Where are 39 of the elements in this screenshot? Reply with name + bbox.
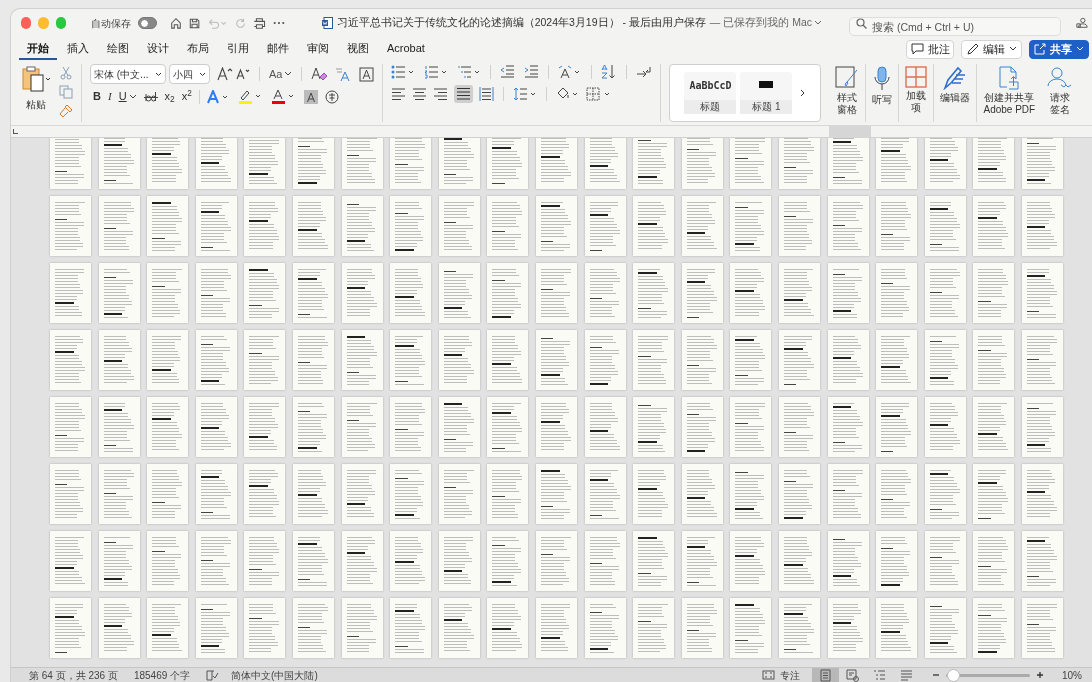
pdf-button[interactable]: 创建并共享 Adobe PDF — [977, 64, 1042, 122]
styles-pane-button[interactable]: 样式窗格 — [829, 64, 867, 122]
edit-button[interactable]: 编辑 — [961, 39, 1022, 59]
autosave-label: 自动保存 — [90, 16, 131, 31]
format-button[interactable]: x$^{2}$ — [181, 91, 192, 102]
ribbon-tab[interactable]: 引用 — [219, 38, 257, 60]
format-button[interactable]: I — [107, 91, 112, 102]
language-status[interactable]: 简体中文(中国大陆) — [231, 667, 318, 682]
style-preset[interactable]: AaBbCcD 标题 — [684, 72, 737, 114]
mic-button[interactable]: 听写 — [866, 64, 900, 122]
ribbon-tab[interactable]: 邮件 — [259, 38, 297, 60]
change-case-button[interactable]: Aa — [269, 65, 293, 83]
page-count[interactable]: 第 64 页，共 236 页 — [29, 667, 118, 682]
sign-button[interactable]: 请求签名 — [1041, 64, 1080, 122]
zoom-level[interactable]: 10% — [1062, 667, 1082, 682]
editor-button[interactable]: 编辑器 — [934, 64, 978, 122]
paste-button[interactable]: 粘贴 — [21, 64, 51, 112]
font-size-dropdown[interactable]: 小四 — [169, 64, 210, 84]
word-count[interactable]: 185469 个字 — [133, 667, 191, 682]
format-button[interactable]: x$_{2}$ — [164, 91, 175, 102]
ribbon-tab[interactable]: 布局 — [179, 38, 217, 60]
ribbon-tab[interactable]: 视图 — [339, 38, 377, 60]
ribbon-tab[interactable]: 插入 — [59, 38, 97, 60]
ribbon-tab[interactable]: 设计 — [139, 38, 177, 60]
share-button[interactable]: 共享 — [1029, 39, 1089, 59]
save-status[interactable]: — 已保存到我的 Mac — [709, 15, 823, 31]
window-title: 习近平总书记关于传统文化的论述摘编（2024年3月19日） - 最后由用户保存 — [336, 15, 706, 31]
comment-button[interactable]: 批注 — [906, 39, 954, 59]
style-preset[interactable]: 标题 1 — [740, 72, 793, 114]
addins-button[interactable]: 加载项 — [899, 64, 935, 122]
search-field[interactable]: 搜索 (Cmd + Ctrl + U) — [849, 17, 1062, 36]
ribbon-tab[interactable]: 开始 — [19, 38, 57, 60]
ribbon-tab[interactable]: Acrobat — [379, 38, 433, 60]
format-button[interactable]: B — [93, 91, 101, 102]
ribbon-tab[interactable]: 绘图 — [99, 38, 137, 60]
ribbon-tab[interactable]: 审阅 — [299, 38, 337, 60]
focus-button[interactable]: 专注 — [762, 667, 800, 682]
format-button[interactable]: U — [118, 91, 137, 102]
font-name-dropdown[interactable]: 宋体 (中文... — [90, 64, 166, 84]
